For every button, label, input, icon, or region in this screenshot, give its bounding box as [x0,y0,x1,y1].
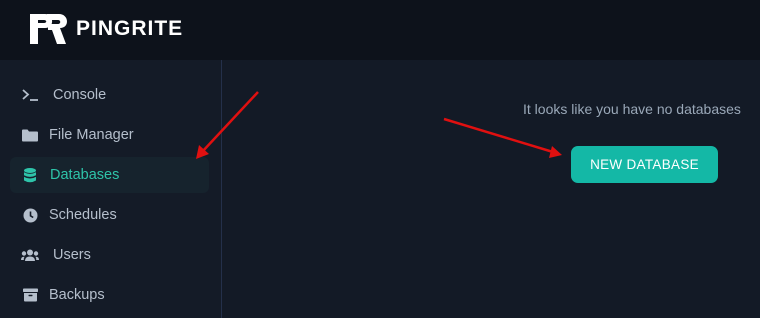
sidebar-item-label: Schedules [49,207,117,223]
sidebar-item-label: File Manager [49,127,134,143]
brand-name: PINGRITE [76,17,184,40]
sidebar-item-file-manager[interactable]: File Manager [10,117,209,153]
empty-state-message: It looks like you have no databases [523,101,741,117]
clock-icon [21,206,39,224]
sidebar-item-users[interactable]: Users [10,237,209,273]
sidebar-item-label: Databases [50,167,120,183]
logo[interactable]: PINGRITE [28,12,183,46]
folder-icon [21,126,39,144]
sidebar-item-schedules[interactable]: Schedules [10,197,209,233]
sidebar: Console File Manager Databases Schedules [0,60,222,318]
users-icon [21,246,39,264]
sidebar-item-databases[interactable]: Databases [10,157,209,193]
sidebar-item-console[interactable]: Console [10,77,209,113]
sidebar-item-backups[interactable]: Backups [10,277,209,313]
sidebar-item-label: Console [53,87,107,103]
sidebar-item-label: Users [53,247,91,263]
terminal-icon [21,86,39,104]
sidebar-item-label: Backups [49,287,105,303]
arrow-to-new-database [443,117,562,158]
logo-mark-icon [30,14,68,44]
top-bar: PINGRITE [0,0,760,60]
archive-icon [21,286,39,304]
database-icon [21,166,39,184]
new-database-button[interactable]: NEW DATABASE [571,146,718,183]
